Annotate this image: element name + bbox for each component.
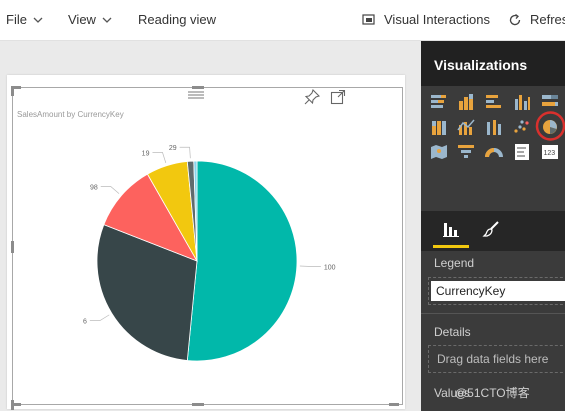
pane-tabs [421, 211, 565, 251]
active-tab-indicator [433, 245, 469, 248]
visualizations-title: Visualizations [434, 57, 528, 73]
data-label-leader [299, 265, 321, 267]
100-percent-bar-chart-icon[interactable] [541, 93, 559, 111]
data-label-leader [179, 146, 191, 159]
data-label: 29 [169, 145, 177, 152]
multi-row-card-icon[interactable]: 123 [541, 143, 559, 161]
stacked-bar-chart-icon[interactable] [430, 93, 448, 111]
svg-text:123: 123 [544, 150, 556, 157]
pie-chart: 100 6 98 19 29 [83, 145, 336, 362]
refresh-button[interactable]: Refresh [508, 12, 565, 27]
details-label: Details [434, 325, 471, 339]
100-percent-column-chart-icon[interactable] [430, 118, 448, 136]
visualizations-header: Visualizations [421, 41, 565, 86]
legend-field-pill[interactable]: CurrencyKey [431, 281, 565, 301]
divider [421, 313, 565, 314]
legend-label: Legend [434, 256, 475, 270]
scatter-chart-icon[interactable] [513, 118, 531, 136]
data-label: 98 [90, 184, 98, 191]
card-icon[interactable] [513, 143, 531, 161]
clustered-bar-chart-icon[interactable] [485, 93, 503, 111]
ribbon-chart-icon[interactable] [485, 118, 503, 136]
visualizations-pane: Visualizations 123 Legend CurrencyKey De… [421, 41, 565, 411]
details-placeholder: Drag data fields here [437, 352, 549, 366]
map-icon[interactable] [430, 143, 448, 161]
clustered-column-chart-icon[interactable] [513, 93, 531, 111]
line-and-column-chart-icon[interactable] [457, 118, 475, 136]
data-label: 100 [324, 265, 336, 272]
data-label-leader [100, 186, 120, 194]
gauge-chart-icon[interactable] [485, 143, 503, 161]
data-label: 6 [83, 319, 87, 326]
fields-tab-icon[interactable] [442, 220, 460, 238]
pie-slice[interactable] [186, 160, 298, 362]
data-label: 19 [142, 150, 150, 157]
stacked-column-chart-icon[interactable] [457, 93, 475, 111]
data-label-leader [89, 314, 110, 321]
funnel-chart-icon[interactable] [457, 143, 475, 161]
watermark: @51CTO博客 [455, 386, 530, 400]
format-paint-roller-icon[interactable] [482, 220, 500, 238]
refresh-label: Refresh [530, 12, 565, 27]
refresh-icon [509, 13, 521, 25]
data-label-leader [152, 152, 167, 163]
selected-visual-ring [535, 111, 565, 141]
